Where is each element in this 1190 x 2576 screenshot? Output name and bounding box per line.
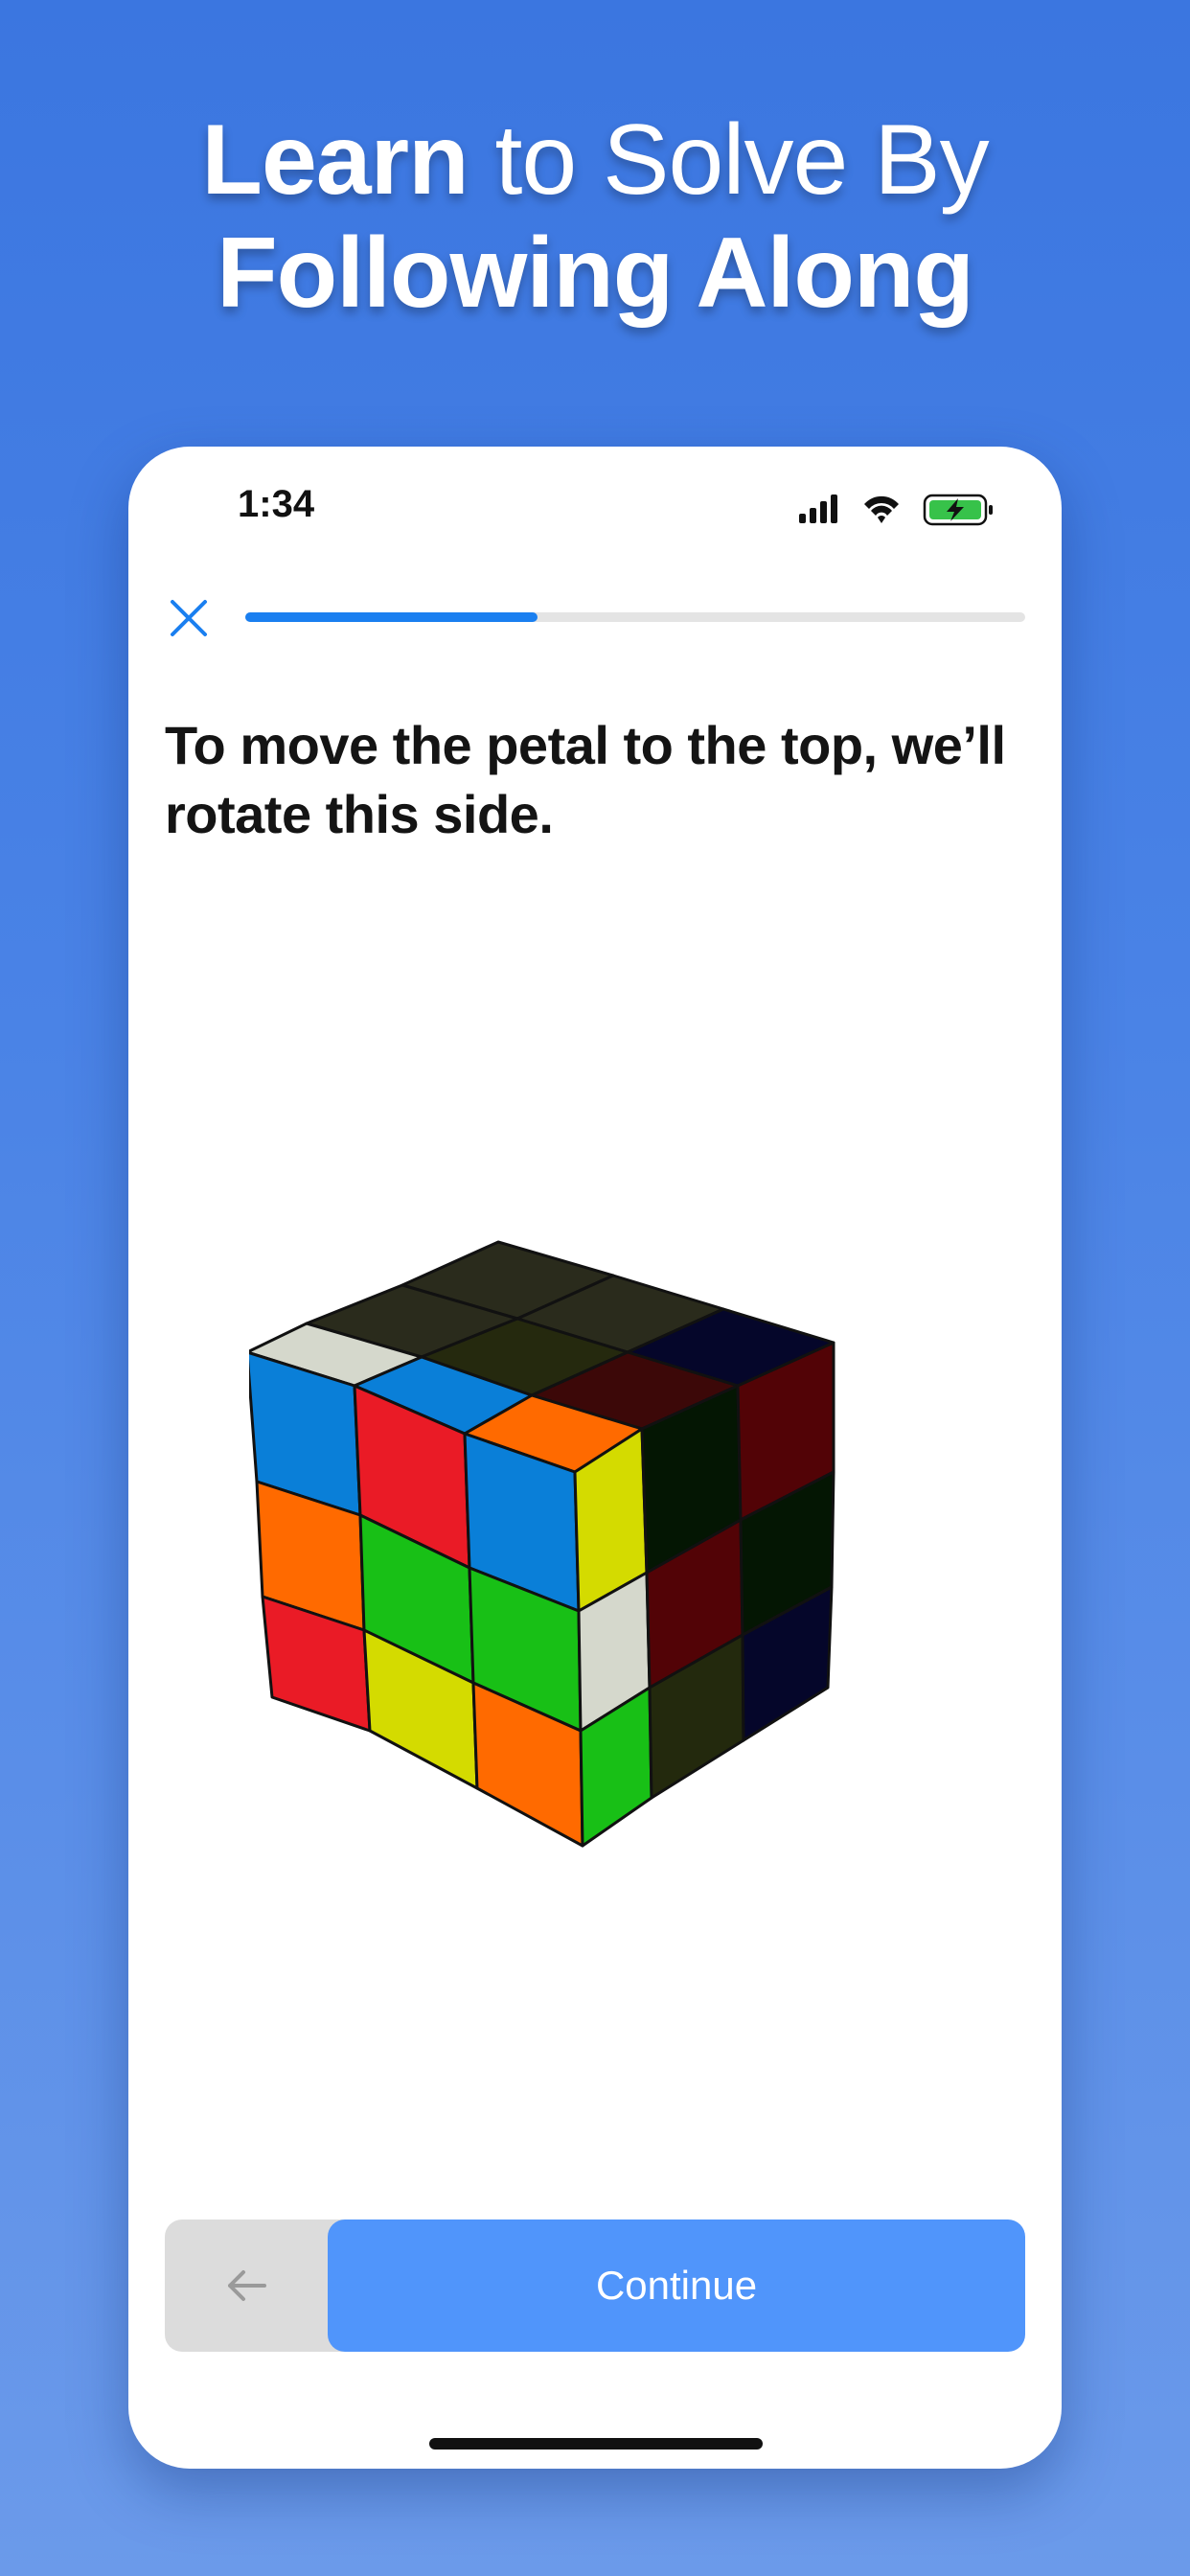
headline-line-2: Following Along: [217, 218, 974, 329]
phone-screen: 1:34 To move the petal to the top, we’ll…: [128, 447, 1062, 2469]
cube-illustration: [245, 1240, 835, 1848]
lesson-progress-bar: [245, 612, 1025, 622]
headline-light-text: to Solve By: [468, 104, 990, 216]
status-time: 1:34: [238, 483, 315, 525]
headline-line-1: Learn to Solve By: [0, 104, 1190, 217]
continue-button[interactable]: Continue: [328, 2220, 1025, 2352]
lesson-instruction: To move the petal to the top, we’ll rota…: [165, 715, 1006, 844]
close-icon: [171, 600, 207, 636]
headline-bold-word: Learn: [201, 104, 469, 216]
home-indicator: [429, 2438, 763, 2450]
wifi-icon: [864, 495, 899, 523]
close-button[interactable]: [163, 592, 215, 644]
status-icons: [799, 493, 1002, 527]
lesson-navigation: Continue: [165, 2220, 1025, 2352]
cellular-signal-icon: [799, 494, 837, 523]
rubiks-cube-3d[interactable]: [245, 1194, 939, 1922]
promo-headline: Learn to Solve By Following Along: [0, 104, 1190, 330]
arrow-left-icon: [228, 2270, 266, 2301]
lesson-progress-fill: [245, 612, 538, 622]
battery-charging-icon: [923, 494, 993, 526]
